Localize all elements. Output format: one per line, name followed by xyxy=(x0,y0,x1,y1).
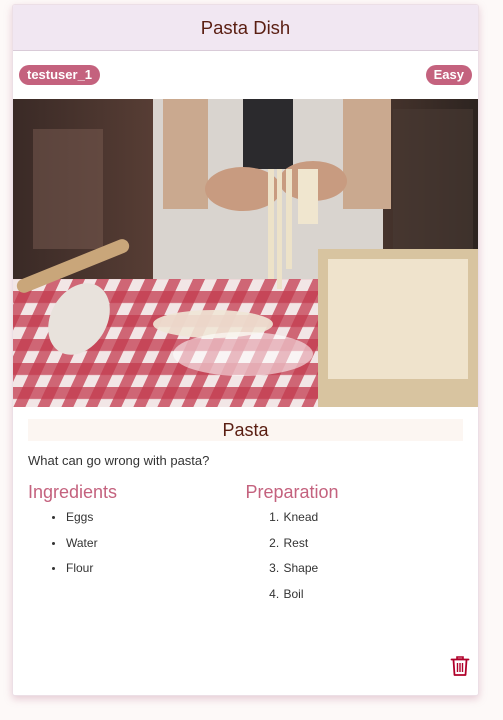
ingredient-item: Flour xyxy=(65,560,246,586)
ingredient-item: Eggs xyxy=(65,509,246,535)
difficulty-badge: Easy xyxy=(425,65,472,85)
recipe-description: What can go wrong with pasta? xyxy=(28,453,210,468)
ingredients-heading: Ingredients xyxy=(28,482,118,502)
preparation-step: Knead xyxy=(283,509,464,535)
preparation-step: Boil xyxy=(283,586,464,612)
ingredients-list: Eggs Water Flour xyxy=(28,509,246,586)
trash-icon[interactable] xyxy=(450,655,470,677)
ingredients-section: Ingredients Eggs Water Flour xyxy=(28,482,246,611)
preparation-heading: Preparation xyxy=(245,482,339,502)
preparation-step: Shape xyxy=(283,560,464,586)
card-body: Pasta What can go wrong with pasta? Ingr… xyxy=(13,407,478,611)
recipe-card: Pasta Dish testuser_1 Easy Pasta What ca… xyxy=(12,4,479,696)
badge-row: testuser_1 Easy xyxy=(13,51,478,99)
card-title: Pasta Dish xyxy=(200,16,291,38)
preparation-list: Knead Rest Shape Boil xyxy=(246,509,464,611)
recipe-columns: Ingredients Eggs Water Flour Preparation… xyxy=(28,482,463,611)
recipe-name: Pasta xyxy=(28,419,463,441)
ingredient-item: Water xyxy=(65,535,246,561)
card-header: Pasta Dish xyxy=(13,5,478,51)
user-badge: testuser_1 xyxy=(19,65,101,85)
preparation-section: Preparation Knead Rest Shape Boil xyxy=(246,482,464,611)
preparation-step: Rest xyxy=(283,535,464,561)
recipe-photo xyxy=(13,99,478,407)
